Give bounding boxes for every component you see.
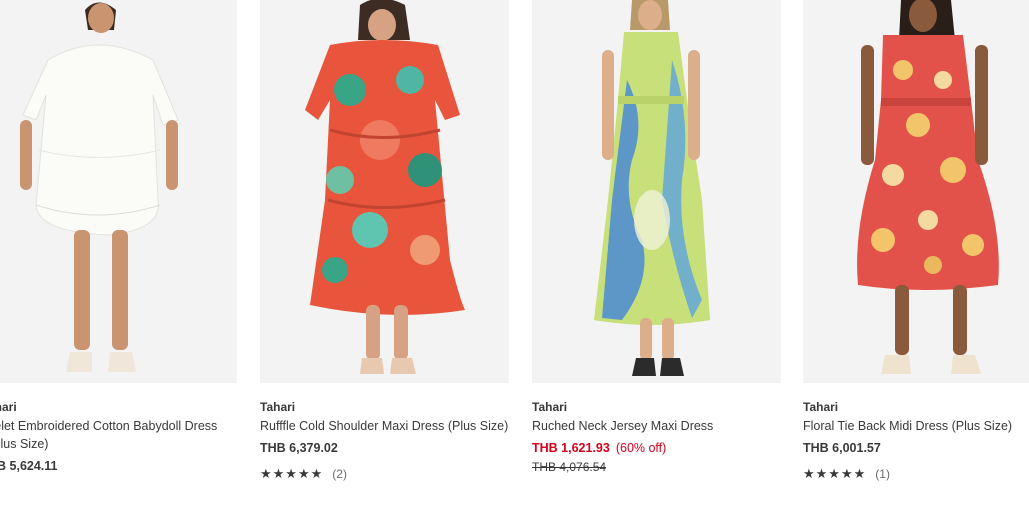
product-image[interactable]: [803, 0, 1029, 383]
floral-maxi-dress-photo: [260, 0, 509, 383]
product-price: THB 6,001.57: [803, 441, 881, 455]
star-rating-icon: ★★★★★: [260, 466, 324, 481]
original-price: THB 4,076.54: [532, 460, 607, 474]
product-card[interactable]: Tahari Rufffle Cold Shoulder Maxi Dress …: [260, 0, 509, 481]
white-dress-photo: [0, 0, 237, 383]
product-price: THB 6,379.02: [260, 441, 338, 455]
sale-price-value: THB 1,621.93: [532, 441, 610, 455]
product-brand[interactable]: Tahari: [803, 400, 838, 414]
product-brand[interactable]: Tahari: [532, 400, 567, 414]
review-count[interactable]: (2): [332, 467, 347, 481]
product-title[interactable]: Floral Tie Back Midi Dress (Plus Size): [803, 417, 1029, 435]
product-image[interactable]: [532, 0, 781, 383]
product-card[interactable]: Tahari Floral Tie Back Midi Dress (Plus …: [803, 0, 1029, 481]
product-card[interactable]: ahari velet Embroidered Cotton Babydoll …: [0, 0, 237, 473]
discount-badge: (60% off): [615, 441, 667, 455]
product-image[interactable]: [0, 0, 237, 383]
star-rating-icon: ★★★★★: [803, 466, 867, 481]
product-rating[interactable]: ★★★★★ (2): [260, 466, 347, 482]
product-price: HB 5,624.11: [0, 459, 58, 473]
product-title[interactable]: velet Embroidered Cotton Babydoll Dress …: [0, 417, 237, 453]
product-title[interactable]: Ruched Neck Jersey Maxi Dress: [532, 417, 781, 435]
sale-price: THB 1,621.93 (60% off): [532, 441, 666, 455]
product-card[interactable]: Tahari Ruched Neck Jersey Maxi Dress THB…: [532, 0, 781, 474]
review-count[interactable]: (1): [875, 467, 890, 481]
product-brand[interactable]: Tahari: [260, 400, 295, 414]
product-title[interactable]: Rufffle Cold Shoulder Maxi Dress (Plus S…: [260, 417, 509, 435]
product-rating[interactable]: ★★★★★ (1): [803, 466, 890, 482]
paisley-midi-dress-photo: [803, 0, 1029, 383]
product-image[interactable]: [260, 0, 509, 383]
tie-dye-maxi-dress-photo: [532, 0, 781, 383]
product-brand[interactable]: ahari: [0, 400, 17, 414]
